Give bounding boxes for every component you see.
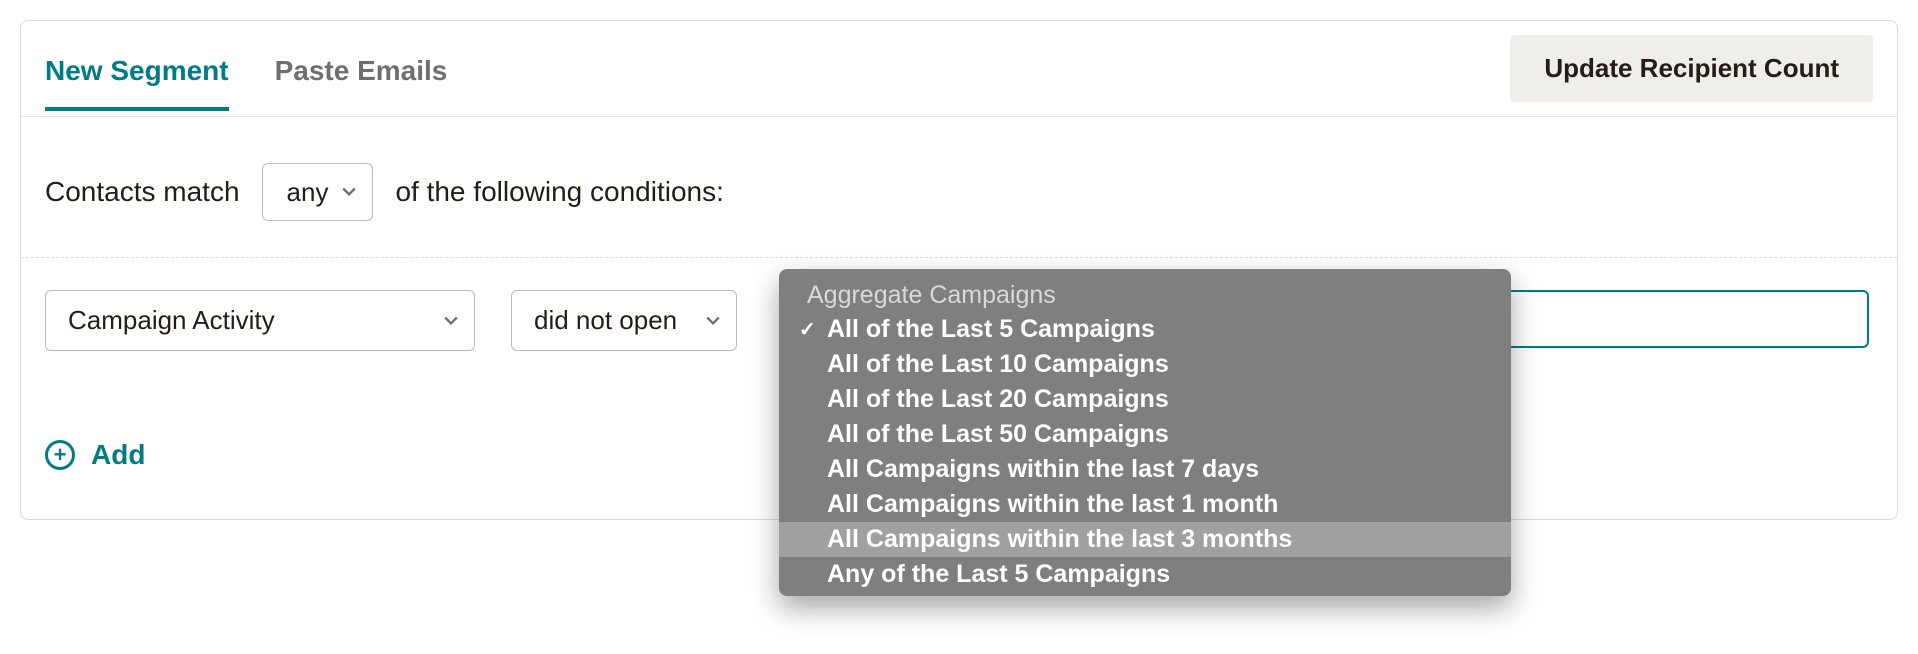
dropdown-option[interactable]: All Campaigns within the last 1 month <box>779 487 1511 522</box>
dropdown-option[interactable]: All of the Last 20 Campaigns <box>779 382 1511 417</box>
condition-operator-value: did not open <box>534 305 677 336</box>
chevron-down-icon <box>706 314 720 328</box>
tab-new-segment[interactable]: New Segment <box>45 27 229 111</box>
match-mode-value: any <box>287 177 329 208</box>
match-row: Contacts match any of the following cond… <box>21 117 1897 258</box>
add-label: Add <box>91 439 145 471</box>
segment-builder-panel: New Segment Paste Emails Update Recipien… <box>20 20 1898 520</box>
dropdown-option[interactable]: All Campaigns within the last 7 days <box>779 452 1511 487</box>
condition-operator-select[interactable]: did not open <box>511 290 737 351</box>
match-suffix-label: of the following conditions: <box>395 176 723 208</box>
dropdown-option[interactable]: Any of the Last 5 Campaigns <box>779 557 1511 592</box>
tabs: New Segment Paste Emails <box>45 27 1510 111</box>
dropdown-option-label: All Campaigns within the last 3 months <box>827 525 1292 554</box>
dropdown-option[interactable]: ✓All of the Last 5 Campaigns <box>779 312 1511 347</box>
plus-circle-icon: + <box>45 440 75 470</box>
dropdown-option-label: All of the Last 50 Campaigns <box>827 420 1169 449</box>
condition-field-value: Campaign Activity <box>68 305 275 336</box>
condition-field-select[interactable]: Campaign Activity <box>45 290 475 351</box>
dropdown-option-label: All of the Last 10 Campaigns <box>827 350 1169 379</box>
dropdown-option-label: All Campaigns within the last 1 month <box>827 490 1278 519</box>
dropdown-group-label: Aggregate Campaigns <box>779 275 1511 312</box>
chevron-down-icon <box>342 185 356 199</box>
match-prefix-label: Contacts match <box>45 176 240 208</box>
dropdown-option-label: All of the Last 20 Campaigns <box>827 385 1169 414</box>
dropdown-option[interactable]: All of the Last 10 Campaigns <box>779 347 1511 382</box>
dropdown-option-label: Any of the Last 5 Campaigns <box>827 560 1170 589</box>
update-recipient-count-button[interactable]: Update Recipient Count <box>1510 35 1873 102</box>
match-mode-select[interactable]: any <box>262 163 374 221</box>
dropdown-option[interactable]: All of the Last 50 Campaigns <box>779 417 1511 452</box>
dropdown-option-label: All of the Last 5 Campaigns <box>827 315 1155 344</box>
dropdown-option-label: All Campaigns within the last 7 days <box>827 455 1259 484</box>
chevron-down-icon <box>444 314 458 328</box>
tab-bar: New Segment Paste Emails Update Recipien… <box>21 21 1897 117</box>
dropdown-option[interactable]: All Campaigns within the last 3 months <box>779 522 1511 557</box>
tab-paste-emails[interactable]: Paste Emails <box>275 27 448 111</box>
check-icon: ✓ <box>799 317 827 342</box>
campaign-value-dropdown: Aggregate Campaigns ✓All of the Last 5 C… <box>779 269 1511 596</box>
